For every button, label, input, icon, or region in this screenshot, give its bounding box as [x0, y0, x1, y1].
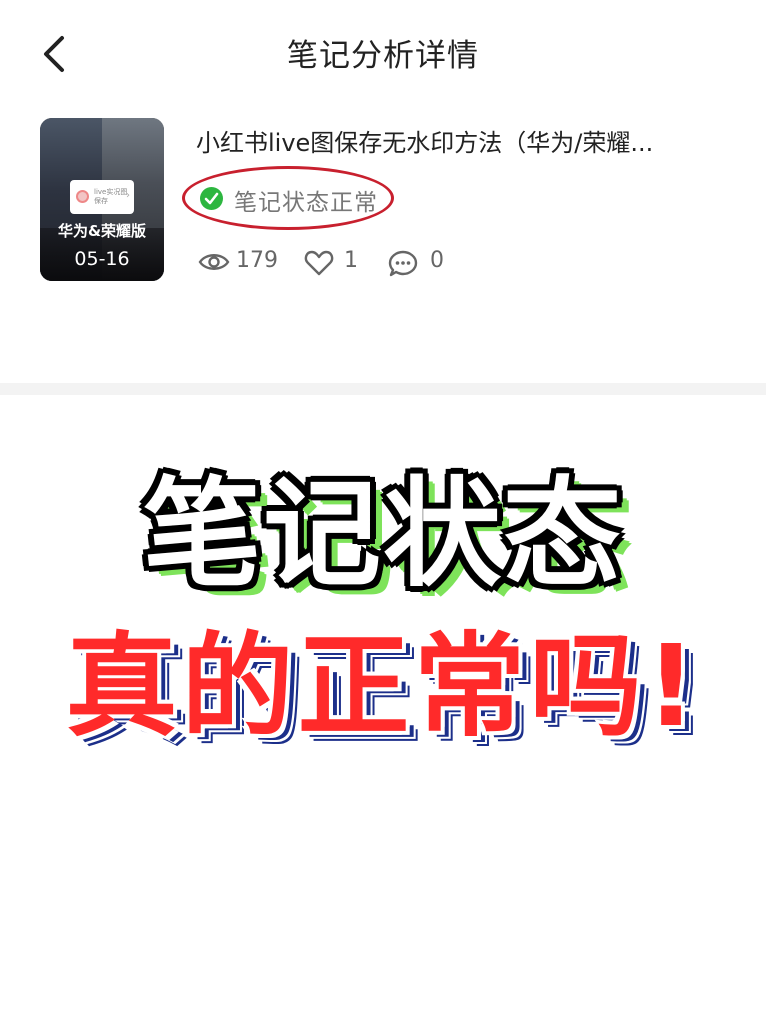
check-circle-icon: [200, 187, 223, 210]
comments-count: 0: [430, 248, 444, 273]
comment-icon: [388, 250, 418, 277]
note-stats: 179 1 0: [198, 246, 498, 282]
views-count: 179: [236, 248, 278, 273]
app-logo-icon: [76, 190, 89, 203]
overlay-headline-1: 笔记状态: [142, 465, 623, 603]
note-title[interactable]: 小红书live图保存无水印方法（华为/荣耀...: [196, 123, 716, 158]
note-card[interactable]: live实况图保存 › 华为&荣耀版 05-16 小红书live图保存无水印方法…: [40, 118, 740, 283]
note-status: 笔记状态正常: [182, 166, 396, 232]
likes-count: 1: [344, 248, 358, 273]
top-bar: 笔记分析详情: [0, 0, 766, 110]
thumbnail-date: 05-16: [74, 248, 130, 270]
page-title: 笔记分析详情: [287, 38, 479, 74]
heart-icon: [304, 250, 334, 276]
note-thumbnail[interactable]: live实况图保存 › 华为&荣耀版 05-16: [40, 118, 164, 281]
status-text: 笔记状态正常: [234, 190, 378, 216]
overlay-headline-2: 真的正常吗!: [65, 622, 701, 752]
section-divider: [0, 383, 766, 395]
eye-icon: [198, 254, 230, 270]
thumbnail-brand-text: 华为&荣耀版: [57, 222, 147, 240]
chevron-right-icon: ›: [126, 190, 130, 201]
thumbnail-pill: live实况图保存 ›: [70, 180, 134, 214]
